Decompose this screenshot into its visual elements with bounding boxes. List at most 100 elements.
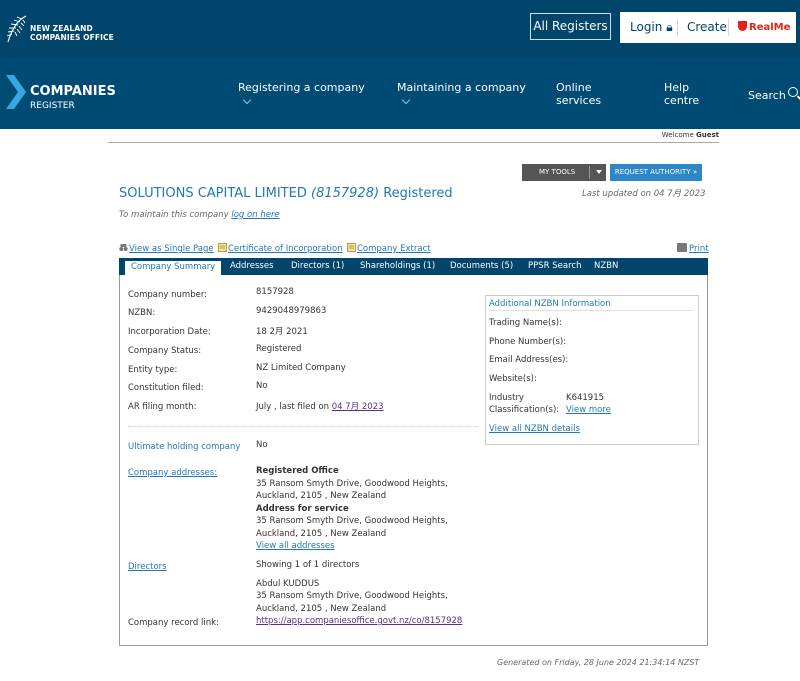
nz-companies-office-logo[interactable]: NEW ZEALAND COMPANIES OFFICE: [6, 14, 114, 46]
tab-nzbn[interactable]: NZBN: [594, 258, 618, 275]
print-link[interactable]: Print: [677, 243, 709, 254]
view-more-link[interactable]: View more: [566, 405, 611, 415]
login-label: Login: [630, 20, 663, 34]
entity-type-label: Entity type:: [128, 365, 178, 375]
incorporation-label: Incorporation Date:: [128, 327, 211, 337]
director-address-line1: 35 Ransom Smyth Drive, Goodwood Heights,: [256, 591, 448, 601]
registered-office-line2: Auckland, 2105 , New Zealand: [256, 491, 387, 501]
search-icon: [788, 87, 798, 97]
tab-shareholdings[interactable]: Shareholdings (1): [360, 258, 435, 275]
nav-label: services: [556, 94, 602, 107]
nav-label: Maintaining a company: [397, 81, 526, 94]
constitution-label: Constitution filed:: [128, 383, 204, 393]
tab-addresses[interactable]: Addresses: [230, 258, 274, 275]
ar-filing-text: July , last filed on: [256, 402, 330, 412]
single-page-link[interactable]: View as Single Page: [119, 243, 214, 254]
phone-label: Phone Number(s):: [489, 337, 567, 347]
divider: [489, 310, 694, 311]
chevron-logo-icon: [6, 75, 26, 109]
entity-type-value: NZ Limited Company: [256, 363, 346, 373]
director-name: Abdul KUDDUS: [256, 579, 320, 589]
nav-label: Help: [664, 81, 690, 94]
industry-code: K641915: [566, 393, 605, 403]
chevron-down-icon: [401, 95, 411, 105]
nav-maintaining-company[interactable]: Maintaining a company: [397, 81, 526, 105]
email-label: Email Address(es):: [489, 355, 569, 365]
company-name: SOLUTIONS CAPITAL LIMITED: [119, 186, 307, 201]
certificate-label: Certificate of Incorporation: [228, 244, 343, 254]
nav-help-centre[interactable]: Help centre: [664, 81, 699, 107]
service-address-line1: 35 Ransom Smyth Drive, Goodwood Heights,: [256, 516, 448, 526]
view-all-nzbn-link[interactable]: View all NZBN details: [489, 424, 580, 434]
realme-link[interactable]: RealMe: [738, 21, 790, 33]
record-link[interactable]: https://app.companiesoffice.govt.nz/co/8…: [256, 616, 462, 626]
tab-ppsr-search[interactable]: PPSR Search: [528, 258, 581, 275]
record-link-label: Company record link:: [128, 618, 219, 628]
nzbn-info-box: Additional NZBN Information Trading Name…: [485, 295, 699, 445]
tab-company-summary[interactable]: Company Summary: [125, 261, 222, 275]
request-authority-button[interactable]: REQUEST AUTHORITY »: [610, 164, 702, 181]
chevron-down-icon[interactable]: [589, 166, 606, 179]
certificate-icon: [218, 243, 227, 252]
status-label: Company Status:: [128, 346, 202, 356]
nzbn-value: 9429048979863: [256, 306, 327, 316]
nav-registering-company[interactable]: Registering a company: [238, 81, 365, 105]
single-page-label: View as Single Page: [129, 244, 214, 254]
all-registers-button[interactable]: All Registers: [530, 13, 611, 40]
maintain-text: To maintain this company: [119, 210, 229, 220]
nav-online-services[interactable]: Online services: [556, 81, 601, 107]
nzbn-box-title: Additional NZBN Information: [489, 299, 611, 309]
directors-showing: Showing 1 of 1 directors: [256, 560, 360, 570]
director-address-line2: Auckland, 2105 , New Zealand: [256, 604, 387, 614]
my-tools-button[interactable]: MY TOOLS: [522, 164, 606, 181]
ultimate-holding-value: No: [256, 440, 268, 450]
main-nav: COMPANIES REGISTER Registering a company…: [0, 58, 800, 129]
log-on-link[interactable]: log on here: [231, 210, 279, 220]
last-updated: Last updated on 04 7月 2023: [582, 189, 706, 199]
ultimate-holding-label: Ultimate holding company: [128, 442, 241, 452]
document-icon: [347, 243, 356, 252]
constitution-value: No: [256, 381, 268, 391]
divider: [677, 19, 678, 36]
create-link[interactable]: Create: [687, 20, 727, 34]
company-extract-link[interactable]: Company Extract: [347, 243, 431, 254]
nav-label: centre: [664, 94, 700, 107]
registered-office-heading: Registered Office: [256, 466, 339, 476]
nav-label: Registering a company: [238, 81, 365, 94]
view-all-addresses-link[interactable]: View all addresses: [256, 541, 335, 551]
company-addresses-link[interactable]: Company addresses:: [128, 468, 217, 478]
chevron-down-icon: [242, 95, 252, 105]
industry-label-2: Classification(s):: [489, 405, 560, 415]
top-header: NEW ZEALAND COMPANIES OFFICE All Registe…: [0, 0, 800, 58]
tab-directors[interactable]: Directors (1): [291, 258, 344, 275]
tab-documents[interactable]: Documents (5): [450, 258, 513, 275]
print-label: Print: [689, 244, 709, 254]
welcome-text: Welcome: [661, 131, 694, 139]
nav-search[interactable]: Search: [748, 87, 798, 102]
registered-office-line1: 35 Ransom Smyth Drive, Goodwood Heights,: [256, 479, 448, 489]
logo-text-co: COMPANIES OFFICE: [30, 33, 114, 42]
ar-filing-label: AR filing month:: [128, 402, 197, 412]
ar-date-link[interactable]: 04 7月 2023: [332, 402, 384, 412]
website-label: Website(s):: [489, 374, 537, 384]
divider: [128, 426, 478, 427]
registered-office-title: Registered Office: [256, 466, 339, 476]
divider: [728, 19, 729, 36]
logo-companies: COMPANIES: [30, 84, 116, 99]
realme-shield-icon: [738, 21, 747, 31]
industry-label-1: Industry: [489, 393, 524, 403]
printer-icon: [677, 243, 687, 252]
company-status-title: Registered: [383, 186, 453, 201]
login-link[interactable]: Login 🔒︎: [630, 20, 673, 35]
login-box: Login 🔒︎ Create RealMe: [620, 12, 796, 43]
logo-register: REGISTER: [30, 101, 75, 111]
certificate-link[interactable]: Certificate of Incorporation: [218, 243, 343, 254]
service-address-line2: Auckland, 2105 , New Zealand: [256, 529, 387, 539]
nav-label: Online: [556, 81, 592, 94]
welcome-bar: Welcome Guest: [108, 131, 719, 143]
ar-filing-value: July , last filed on 04 7月 2023: [256, 400, 384, 412]
search-label: Search: [748, 89, 786, 102]
fern-icon: [6, 15, 27, 43]
directors-link[interactable]: Directors: [128, 562, 167, 572]
company-title: SOLUTIONS CAPITAL LIMITED (8157928) Regi…: [119, 186, 453, 201]
